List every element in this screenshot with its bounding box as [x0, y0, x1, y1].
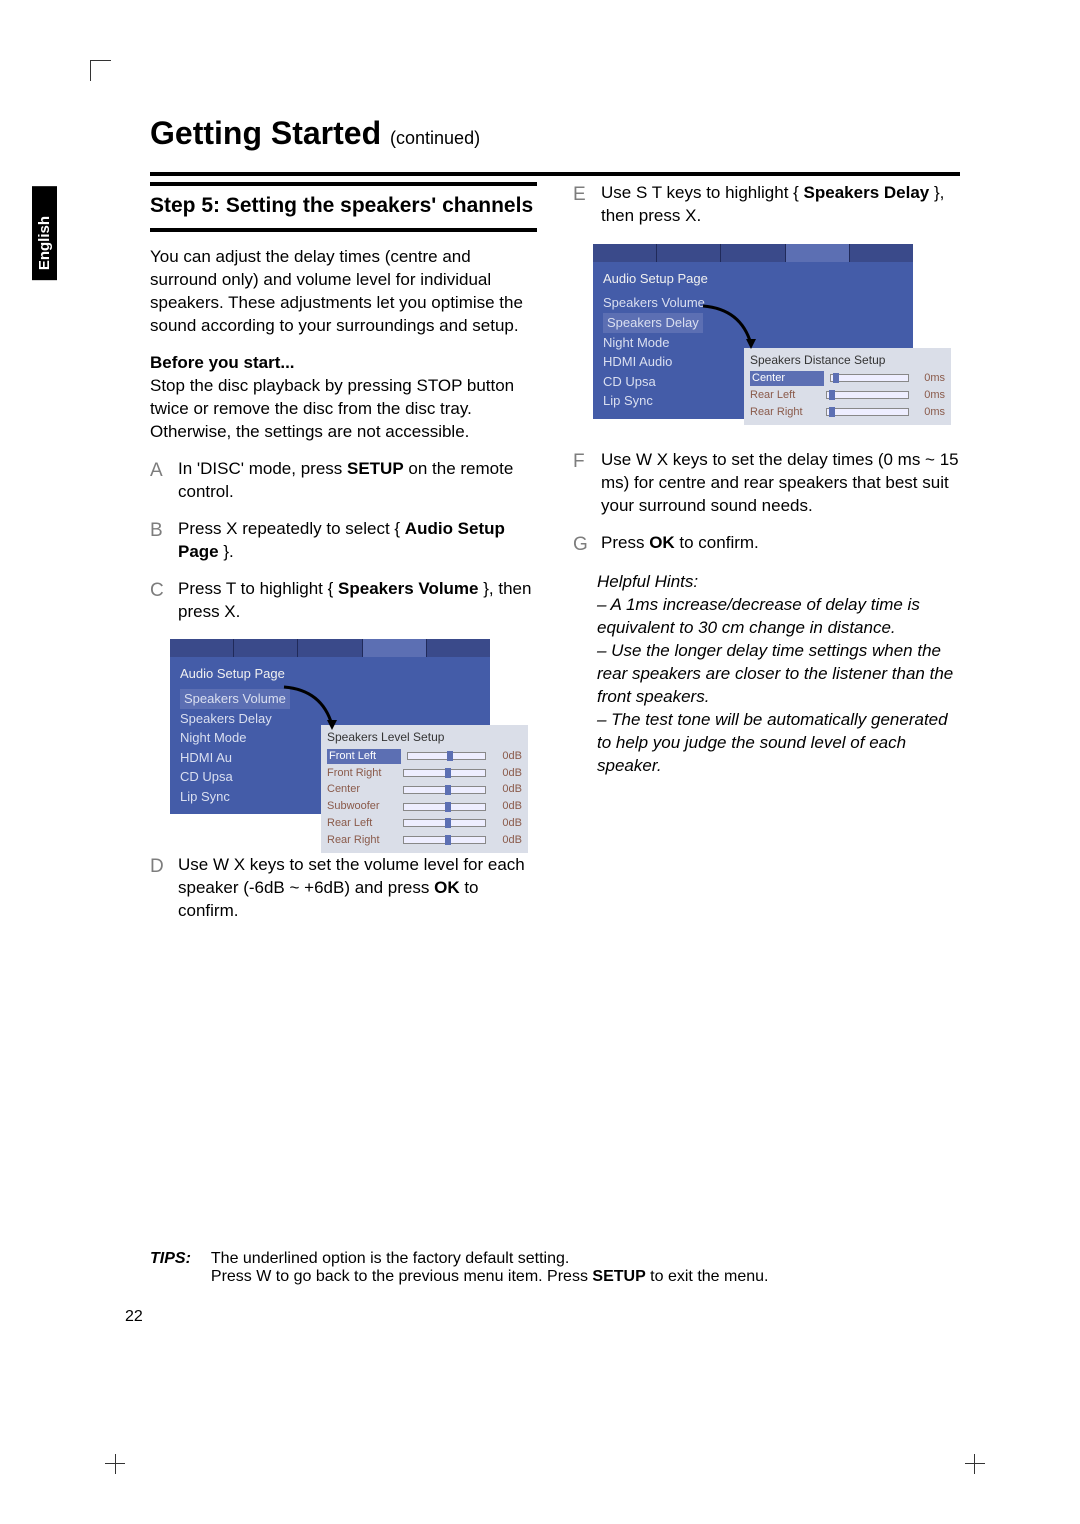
heading-main: Getting Started: [150, 115, 381, 151]
hint: – A 1ms increase/decrease of delay time …: [597, 594, 960, 640]
menu-figure-level: Audio Setup Page Speakers Volume Speaker…: [170, 639, 490, 814]
left-column: Step 5: Setting the speakers' channels Y…: [150, 182, 537, 937]
step-f: F Use W X keys to set the delay times (0…: [573, 449, 960, 518]
arrow-icon: [701, 304, 761, 354]
crop-mark: [115, 1454, 116, 1474]
submenu-level: Speakers Level Setup Front Left0dB Front…: [321, 725, 528, 852]
hints-title: Helpful Hints:: [597, 571, 960, 594]
divider: [150, 172, 960, 176]
step-letter: B: [150, 518, 170, 564]
submenu-title: Speakers Level Setup: [327, 729, 522, 745]
heading-continued: (continued): [390, 128, 480, 148]
menu-figure-distance: Audio Setup Page Speakers Volume Speaker…: [593, 244, 913, 419]
before-label: Before you start...: [150, 353, 295, 372]
page-title: Getting Started (continued): [150, 115, 960, 152]
menu-title: Audio Setup Page: [603, 270, 903, 288]
tips-label: TIPS:: [150, 1250, 191, 1286]
tips-line1: The underlined option is the factory def…: [211, 1250, 569, 1267]
hint: – Use the longer delay time settings whe…: [597, 640, 960, 709]
crop-mark: [974, 1454, 975, 1474]
crop-mark: [90, 60, 111, 81]
step-c: C Press T to highlight { Speakers Volume…: [150, 578, 537, 624]
intro-text: You can adjust the delay times (centre a…: [150, 246, 537, 338]
tips-footer: TIPS: The underlined option is the facto…: [150, 1250, 960, 1286]
right-column: E Use S T keys to highlight { Speakers D…: [573, 182, 960, 937]
step-d: D Use W X keys to set the volume level f…: [150, 854, 537, 923]
arrow-icon: [282, 685, 342, 735]
hint: – The test tone will be automatically ge…: [597, 709, 960, 778]
before-you-start: Before you start... Stop the disc playba…: [150, 352, 537, 444]
step-letter: C: [150, 578, 170, 624]
before-text: Stop the disc playback by pressing STOP …: [150, 376, 514, 441]
language-tab: English: [32, 186, 57, 280]
step-a: A In 'DISC' mode, press SETUP on the rem…: [150, 458, 537, 504]
crop-mark: [965, 1463, 985, 1464]
submenu-distance: Speakers Distance Setup Center0ms Rear L…: [744, 348, 951, 425]
menu-title: Audio Setup Page: [180, 665, 480, 683]
tips-line2: Press W to go back to the previous menu …: [211, 1268, 769, 1285]
step-letter: D: [150, 854, 170, 923]
submenu-title: Speakers Distance Setup: [750, 352, 945, 368]
page-number: 22: [125, 1308, 143, 1326]
step-e: E Use S T keys to highlight { Speakers D…: [573, 182, 960, 228]
step-letter: G: [573, 532, 593, 558]
step-g: G Press OK to confirm.: [573, 532, 960, 558]
step-letter: A: [150, 458, 170, 504]
step-letter: F: [573, 449, 593, 518]
menu-item: Speakers Delay: [603, 313, 703, 333]
step-b: B Press X repeatedly to select { Audio S…: [150, 518, 537, 564]
step-title: Step 5: Setting the speakers' channels: [150, 182, 537, 232]
step-letter: E: [573, 182, 593, 228]
menu-item: Speakers Volume: [180, 689, 290, 709]
